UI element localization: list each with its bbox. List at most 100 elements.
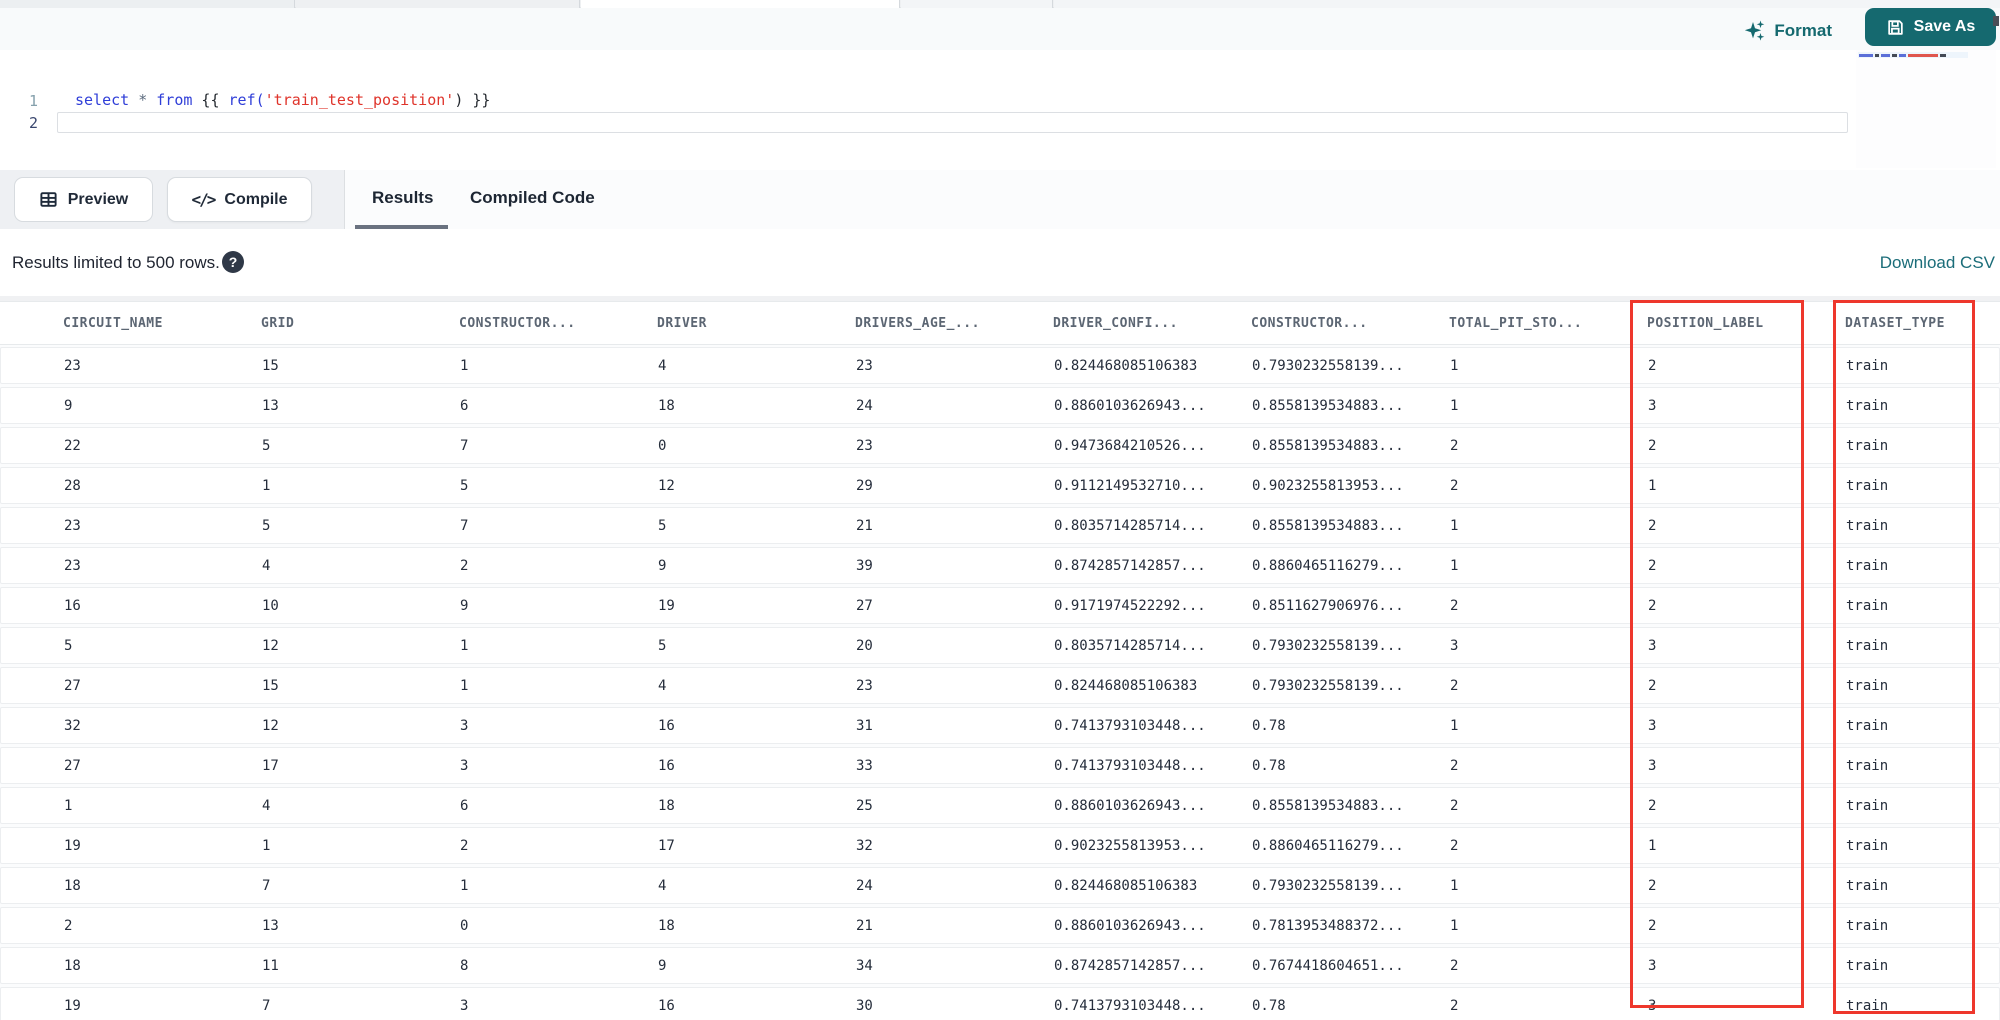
table-cell: 2: [1450, 757, 1459, 774]
help-icon[interactable]: ?: [222, 251, 244, 273]
table-cell: 18: [658, 797, 675, 814]
table-cell: 2: [1450, 957, 1459, 974]
save-as-button[interactable]: Save As: [1865, 8, 1996, 46]
sparkles-icon: [1745, 20, 1765, 42]
table-cell: 1: [1450, 877, 1459, 894]
column-header[interactable]: DRIVERS_AGE_...: [840, 302, 1038, 344]
table-row: 27 15 1 4 23 0.824468085106383 0.7930232558139…: [0, 667, 2000, 704]
table-cell: 19: [64, 997, 81, 1014]
table-row: 18 7 1 4 24 0.824468085106383 0.7930232558139.…: [0, 867, 2000, 904]
table-cell: 3: [1648, 717, 1657, 734]
column-header[interactable]: CONSTRUCTOR...: [1236, 302, 1434, 344]
table-cell: 2: [1450, 597, 1459, 614]
table-cell: train: [1846, 797, 1889, 814]
table-cell: 4: [262, 557, 271, 574]
table-cell: 23: [856, 677, 873, 694]
code-icon: </>: [191, 190, 216, 209]
table-cell: 0.78: [1252, 757, 1286, 774]
table-cell: 20: [856, 637, 873, 654]
tab-compiled-code[interactable]: Compiled Code: [470, 170, 595, 226]
table-cell: 23: [856, 437, 873, 454]
code-token-plain: ) }}: [454, 91, 491, 109]
table-cell: 2: [1648, 917, 1657, 934]
table-cell: 3: [1648, 757, 1657, 774]
editor-scrollbar-thumb[interactable]: [1993, 16, 1999, 26]
table-cell: 19: [64, 837, 81, 854]
table-cell: 0.8860465116279...: [1252, 837, 1404, 854]
table-cell: 32: [856, 837, 873, 854]
table-cell: 0.7413793103448...: [1054, 997, 1206, 1014]
table-cell: 15: [262, 357, 279, 374]
table-cell: 2: [460, 837, 469, 854]
save-icon: [1886, 18, 1905, 37]
table-cell: 0.78: [1252, 717, 1286, 734]
column-header[interactable]: DRIVER_CONFI...: [1038, 302, 1236, 344]
table-cell: 31: [856, 717, 873, 734]
table-cell: 9: [658, 557, 667, 574]
column-header[interactable]: TOTAL_PIT_STO...: [1434, 302, 1632, 344]
format-label: Format: [1774, 21, 1832, 40]
tab-strip-segment[interactable]: [901, 0, 1053, 8]
table-cell: 5: [262, 517, 271, 534]
table-cell: 7: [460, 517, 469, 534]
table-cell: train: [1846, 517, 1889, 534]
table-cell: 2: [1450, 797, 1459, 814]
table-row: 18 11 8 9 34 0.8742857142857... 0.767441860465…: [0, 947, 2000, 984]
table-cell: 0.7813953488372...: [1252, 917, 1404, 934]
download-csv-link[interactable]: Download CSV: [1880, 253, 1995, 273]
table-cell: 0: [658, 437, 667, 454]
line-number-2: 2: [28, 114, 38, 132]
table-cell: 12: [658, 477, 675, 494]
table-cell: 0.7413793103448...: [1054, 757, 1206, 774]
table-cell: 18: [64, 957, 81, 974]
table-cell: 11: [262, 957, 279, 974]
table-cell: 0.824468085106383: [1054, 357, 1198, 374]
table-cell: 7: [262, 997, 271, 1014]
tab-results[interactable]: Results: [372, 170, 433, 226]
column-header[interactable]: POSITION_LABEL: [1632, 302, 1830, 344]
table-cell: 19: [658, 597, 675, 614]
table-cell: 18: [658, 917, 675, 934]
column-header[interactable]: DRIVER: [642, 302, 840, 344]
code-token-plain: {{: [192, 91, 229, 109]
sql-editor[interactable]: 1 2 select * from {{ ref('train_test_pos…: [0, 50, 2000, 170]
code-token-function: ref(: [228, 91, 265, 109]
table-cell: 16: [658, 757, 675, 774]
tab-strip-segment[interactable]: [0, 0, 295, 8]
table-cell: 17: [658, 837, 675, 854]
table-cell: 5: [460, 477, 469, 494]
table-cell: 4: [658, 357, 667, 374]
column-header[interactable]: GRID: [246, 302, 444, 344]
table-cell: 1: [1648, 477, 1657, 494]
table-cell: 15: [262, 677, 279, 694]
format-button[interactable]: Format: [1745, 16, 1832, 46]
table-cell: 5: [658, 637, 667, 654]
table-row: 16 10 9 19 27 0.9171974522292... 0.85116279069…: [0, 587, 2000, 624]
table-cell: 2: [1450, 837, 1459, 854]
column-header[interactable]: CIRCUIT_NAME: [48, 302, 246, 344]
tab-strip-segment-active[interactable]: [581, 0, 900, 8]
preview-button[interactable]: Preview: [14, 177, 153, 222]
table-row: 9 13 6 18 24 0.8860103626943... 0.855813953488…: [0, 387, 2000, 424]
compile-button[interactable]: </> Compile: [167, 177, 312, 222]
table-cell: 0.8558139534883...: [1252, 517, 1404, 534]
table-cell: 16: [658, 717, 675, 734]
table-cell: 9: [460, 597, 469, 614]
table-cell: 3: [460, 717, 469, 734]
table-cell: 12: [262, 717, 279, 734]
editor-minimap[interactable]: [1856, 50, 1996, 168]
table-cell: 2: [1648, 437, 1657, 454]
column-header[interactable]: CONSTRUCTOR...: [444, 302, 642, 344]
table-row: 5 12 1 5 20 0.8035714285714... 0.7930232558139…: [0, 627, 2000, 664]
column-header[interactable]: DATASET_TYPE: [1830, 302, 2000, 344]
table-cell: 1: [460, 637, 469, 654]
tab-strip-segment[interactable]: [296, 0, 580, 8]
table-cell: train: [1846, 757, 1889, 774]
table-row: 27 17 3 16 33 0.7413793103448... 0.78 2 3 train: [0, 747, 2000, 784]
table-cell: 0.8558139534883...: [1252, 397, 1404, 414]
table-cell: 28: [64, 477, 81, 494]
table-cell: 9: [64, 397, 73, 414]
table-row: 19 1 2 17 32 0.9023255813953... 0.886046511627…: [0, 827, 2000, 864]
table-cell: 4: [658, 677, 667, 694]
tab-strip-spacer: [1054, 0, 2000, 8]
